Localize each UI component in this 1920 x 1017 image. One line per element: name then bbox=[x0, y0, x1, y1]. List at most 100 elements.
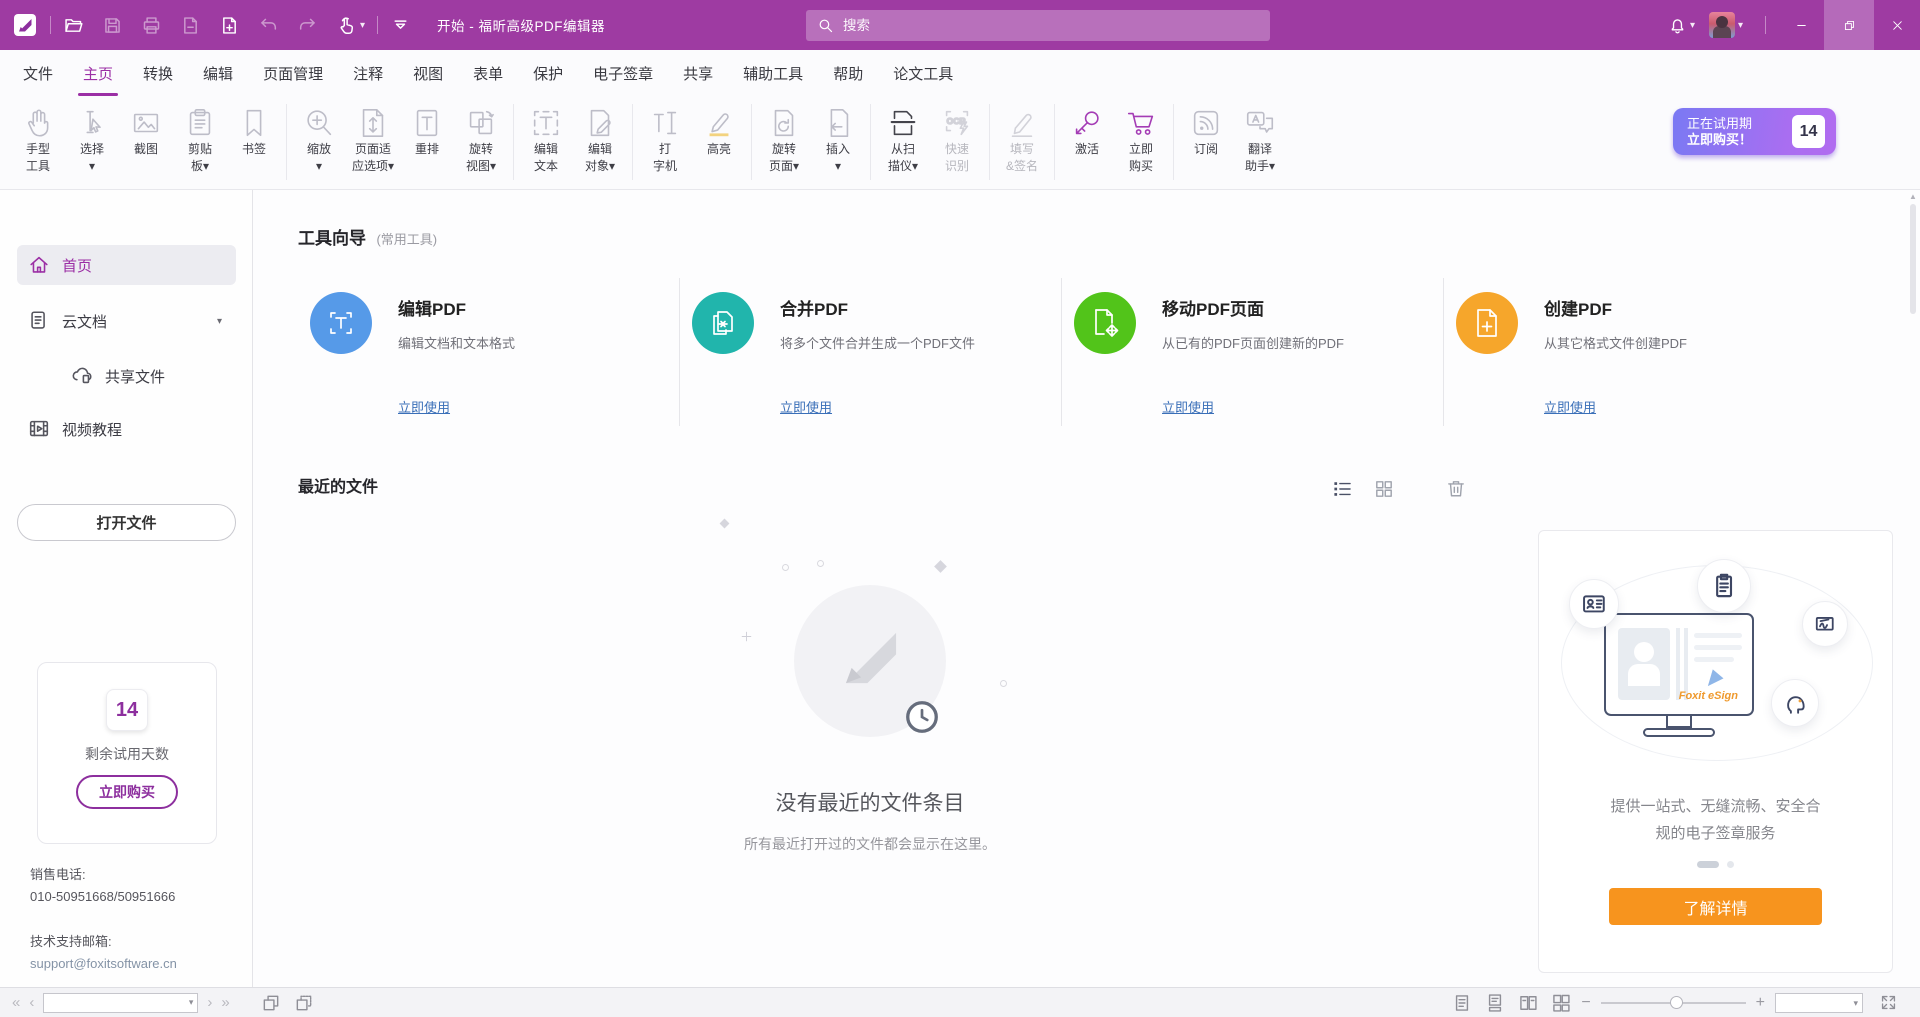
tool-label-line1: 订阅 bbox=[1179, 141, 1233, 158]
trial-purchase-badge[interactable]: 正在试用期 立即购买！ 14 bbox=[1673, 108, 1836, 155]
previous-page-button[interactable]: ‹ bbox=[29, 995, 34, 1010]
menu-item[interactable]: 主页 bbox=[68, 50, 128, 97]
single-page-view-icon[interactable] bbox=[1452, 993, 1472, 1013]
ribbon-tool[interactable]: 页面适 应选项▾ bbox=[346, 104, 400, 175]
menu-item[interactable]: 辅助工具 bbox=[728, 50, 818, 97]
use-now-link[interactable]: 立即使用 bbox=[398, 397, 450, 416]
fit-width-icon[interactable] bbox=[261, 993, 281, 1013]
continuous-view-icon[interactable] bbox=[1485, 993, 1505, 1013]
carousel-dot-active[interactable] bbox=[1697, 861, 1719, 868]
list-view-icon[interactable] bbox=[1331, 478, 1353, 500]
zoom-slider[interactable] bbox=[1601, 1002, 1746, 1004]
ribbon-tool[interactable]: 编辑 文本 bbox=[519, 104, 573, 175]
facing-continuous-view-icon[interactable] bbox=[1551, 993, 1571, 1013]
use-now-link[interactable]: 立即使用 bbox=[780, 397, 832, 416]
ribbon-tool[interactable]: 缩放 ▾ bbox=[292, 104, 346, 175]
fit-page-icon[interactable] bbox=[294, 993, 314, 1013]
dropdown-arrow-icon[interactable]: ▾ bbox=[1853, 998, 1858, 1009]
menu-item[interactable]: 帮助 bbox=[818, 50, 878, 97]
scrollbar-thumb[interactable] bbox=[1910, 204, 1916, 314]
next-page-button[interactable]: › bbox=[207, 995, 212, 1010]
first-page-button[interactable]: « bbox=[12, 995, 20, 1010]
trash-icon[interactable] bbox=[1445, 478, 1467, 500]
zoom-level-dropdown[interactable]: ▾ bbox=[1775, 993, 1863, 1013]
use-now-link[interactable]: 立即使用 bbox=[1544, 397, 1596, 416]
tool-card[interactable]: 合并PDF 将多个文件合并生成一个PDF文件 立即使用 bbox=[680, 278, 1062, 438]
menu-item[interactable]: 编辑 bbox=[188, 50, 248, 97]
grid-view-icon[interactable] bbox=[1373, 478, 1395, 500]
ribbon-tool[interactable]: 手型 工具 bbox=[11, 104, 65, 175]
ribbon-tool[interactable]: 填写 &签名 bbox=[995, 104, 1049, 175]
zoom-slider-knob[interactable] bbox=[1670, 996, 1683, 1009]
facing-view-icon[interactable] bbox=[1518, 993, 1538, 1013]
quick-tool-button[interactable] bbox=[258, 15, 282, 36]
quick-tool-button[interactable] bbox=[180, 15, 204, 36]
fullscreen-button[interactable] bbox=[1879, 993, 1898, 1012]
ribbon-tool[interactable]: 打 字机 bbox=[638, 104, 692, 175]
ribbon-tool[interactable]: 截图 bbox=[119, 104, 173, 175]
ribbon-tool[interactable]: 快速 识别 bbox=[930, 104, 984, 175]
dropdown-arrow-icon[interactable]: ▾ bbox=[189, 997, 194, 1008]
quick-tool-button[interactable]: ▾ bbox=[336, 15, 365, 36]
collapse-ribbon-button[interactable] bbox=[390, 15, 411, 36]
sidebar-item-home[interactable]: 首页 bbox=[17, 245, 236, 285]
tool-card[interactable]: 创建PDF 从其它格式文件创建PDF 立即使用 bbox=[1444, 278, 1826, 438]
menu-item[interactable]: 保护 bbox=[518, 50, 578, 97]
scroll-up-arrow-icon[interactable]: ▲ bbox=[1909, 192, 1917, 201]
ribbon-tool[interactable]: 书签 bbox=[227, 104, 281, 175]
ribbon-tool[interactable]: 翻译 助手▾ bbox=[1233, 104, 1287, 175]
expand-arrow-icon[interactable]: ▾ bbox=[217, 316, 222, 327]
support-email-link[interactable]: support@foxitsoftware.cn bbox=[30, 953, 177, 975]
quick-tool-button[interactable] bbox=[102, 15, 126, 36]
menu-item[interactable]: 表单 bbox=[458, 50, 518, 97]
ribbon-tool[interactable]: 插入 ▾ bbox=[811, 104, 865, 175]
menu-item[interactable]: 页面管理 bbox=[248, 50, 338, 97]
ribbon-tool[interactable]: 旋转 页面▾ bbox=[757, 104, 811, 175]
quick-tool-button[interactable] bbox=[297, 15, 321, 36]
buy-now-button[interactable]: 立即购买 bbox=[76, 775, 178, 809]
use-now-link[interactable]: 立即使用 bbox=[1162, 397, 1214, 416]
quick-tool-button[interactable] bbox=[219, 15, 243, 36]
menu-item[interactable]: 电子签章 bbox=[578, 50, 668, 97]
minimize-button[interactable] bbox=[1778, 0, 1824, 50]
sidebar-item-video-tutorials[interactable]: 视频教程 bbox=[17, 409, 236, 449]
close-button[interactable] bbox=[1874, 0, 1920, 50]
ribbon-tool[interactable]: 编辑 对象▾ bbox=[573, 104, 627, 175]
ribbon-tool[interactable]: 立即 购买 bbox=[1114, 104, 1168, 175]
menu-item[interactable]: 文件 bbox=[8, 50, 68, 97]
zoom-in-button[interactable]: + bbox=[1756, 994, 1765, 1012]
search-input[interactable] bbox=[843, 18, 1223, 33]
ribbon-tool[interactable]: 订阅 bbox=[1179, 104, 1233, 175]
ribbon-tool[interactable]: 从扫 描仪▾ bbox=[876, 104, 930, 175]
ribbon-tool[interactable]: 选择 ▾ bbox=[65, 104, 119, 175]
page-number-input[interactable] bbox=[48, 995, 176, 1011]
last-page-button[interactable]: » bbox=[221, 995, 229, 1010]
carousel-dot[interactable] bbox=[1727, 861, 1734, 868]
tool-card[interactable]: 编辑PDF 编辑文档和文本格式 立即使用 bbox=[298, 278, 680, 438]
open-file-button[interactable]: 打开文件 bbox=[17, 504, 236, 541]
quick-tool-button[interactable] bbox=[141, 15, 165, 36]
menu-item[interactable]: 论文工具 bbox=[878, 50, 968, 97]
page-number-box[interactable]: ▾ bbox=[43, 993, 198, 1013]
menu-item[interactable]: 注释 bbox=[338, 50, 398, 97]
quick-tool-button[interactable] bbox=[63, 15, 87, 36]
restore-button[interactable] bbox=[1824, 0, 1874, 50]
notifications-button[interactable]: ▾ bbox=[1668, 16, 1695, 35]
zoom-out-button[interactable]: − bbox=[1581, 994, 1590, 1012]
learn-more-button[interactable]: 了解详情 bbox=[1609, 888, 1822, 925]
search-box[interactable] bbox=[806, 10, 1270, 41]
account-menu[interactable]: ▾ bbox=[1709, 12, 1743, 38]
ribbon-tool[interactable]: 剪贴 板▾ bbox=[173, 104, 227, 175]
content-scrollbar[interactable]: ▲ bbox=[1907, 190, 1919, 987]
menu-item[interactable]: 视图 bbox=[398, 50, 458, 97]
ribbon-tool[interactable]: 高亮 bbox=[692, 104, 746, 175]
sidebar-item-cloud-docs[interactable]: 云文档 ▾ bbox=[17, 301, 236, 341]
sidebar-item-shared-files[interactable]: 共享文件 bbox=[17, 356, 236, 396]
tool-card[interactable]: 移动PDF页面 从已有的PDF页面创建新的PDF 立即使用 bbox=[1062, 278, 1444, 438]
ribbon-tool[interactable]: 旋转 视图▾ bbox=[454, 104, 508, 175]
ribbon-tool[interactable]: 激活 bbox=[1060, 104, 1114, 175]
menu-item[interactable]: 共享 bbox=[668, 50, 728, 97]
avatar[interactable] bbox=[1709, 12, 1735, 38]
menu-item[interactable]: 转换 bbox=[128, 50, 188, 97]
ribbon-tool[interactable]: 重排 bbox=[400, 104, 454, 175]
